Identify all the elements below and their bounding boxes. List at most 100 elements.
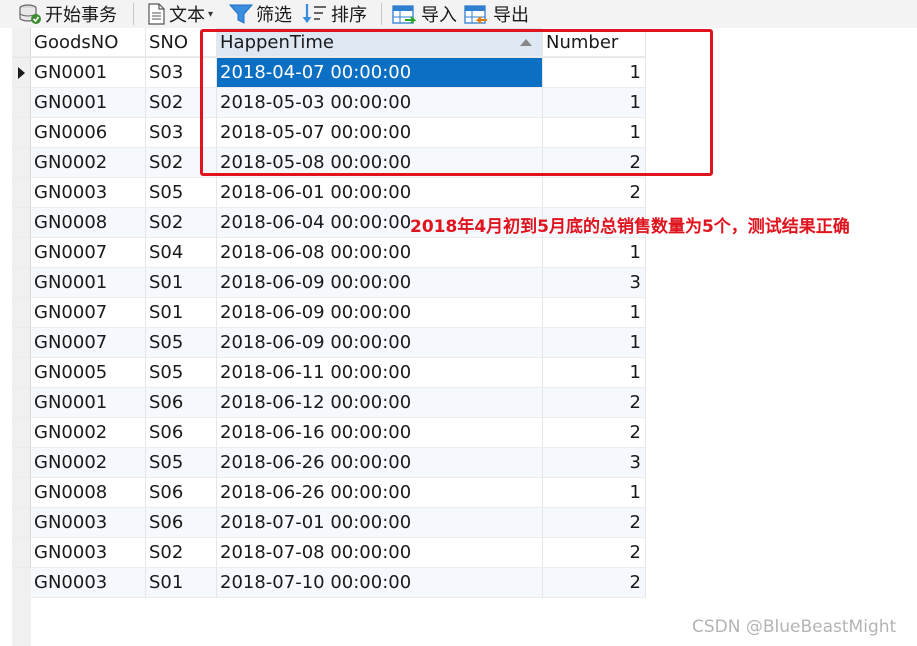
cell-happentime[interactable]: 2018-06-12 00:00:00 xyxy=(217,388,543,418)
cell-sno[interactable]: S01 xyxy=(146,298,217,328)
cell-sno[interactable]: S04 xyxy=(146,238,217,268)
cell-goodsno[interactable]: GN0003 xyxy=(31,538,146,568)
row-indicator[interactable] xyxy=(12,538,31,568)
cell-number[interactable]: 2 xyxy=(543,508,646,538)
row-indicator[interactable] xyxy=(12,58,31,88)
cell-goodsno[interactable]: GN0003 xyxy=(31,508,146,538)
cell-happentime[interactable]: 2018-06-08 00:00:00 xyxy=(217,238,543,268)
cell-number[interactable]: 1 xyxy=(543,238,646,268)
table-row[interactable]: GN0007 S04 2018-06-08 00:00:00 1 xyxy=(12,238,646,268)
sort-button[interactable]: 排序 xyxy=(302,0,367,28)
table-row[interactable]: GN0007 S01 2018-06-09 00:00:00 1 xyxy=(12,298,646,328)
row-indicator[interactable] xyxy=(12,448,31,478)
cell-number[interactable]: 2 xyxy=(543,418,646,448)
cell-number[interactable]: 2 xyxy=(543,178,646,208)
cell-goodsno[interactable]: GN0001 xyxy=(31,88,146,118)
cell-number[interactable]: 3 xyxy=(543,268,646,298)
table-row[interactable]: GN0003 S01 2018-07-10 00:00:00 2 xyxy=(12,568,646,598)
table-row[interactable]: GN0005 S05 2018-06-11 00:00:00 1 xyxy=(12,358,646,388)
cell-happentime[interactable]: 2018-06-01 00:00:00 xyxy=(217,178,543,208)
cell-sno[interactable]: S05 xyxy=(146,358,217,388)
cell-goodsno[interactable]: GN0002 xyxy=(31,148,146,178)
cell-number[interactable]: 3 xyxy=(543,448,646,478)
cell-happentime[interactable]: 2018-06-11 00:00:00 xyxy=(217,358,543,388)
row-indicator[interactable] xyxy=(12,178,31,208)
begin-transaction-label: 开始事务 xyxy=(45,5,117,26)
row-indicator[interactable] xyxy=(12,298,31,328)
cell-number[interactable]: 2 xyxy=(543,568,646,598)
row-indicator[interactable] xyxy=(12,238,31,268)
cell-sno[interactable]: S06 xyxy=(146,478,217,508)
row-indicator[interactable] xyxy=(12,118,31,148)
cell-goodsno[interactable]: GN0007 xyxy=(31,238,146,268)
cell-sno[interactable]: S01 xyxy=(146,268,217,298)
row-indicator[interactable] xyxy=(12,478,31,508)
table-row[interactable]: GN0001 S06 2018-06-12 00:00:00 2 xyxy=(12,388,646,418)
cell-number[interactable]: 1 xyxy=(543,478,646,508)
table-row[interactable]: GN0003 S05 2018-06-01 00:00:00 2 xyxy=(12,178,646,208)
cell-goodsno[interactable]: GN0002 xyxy=(31,418,146,448)
cell-goodsno[interactable]: GN0008 xyxy=(31,208,146,238)
cell-goodsno[interactable]: GN0001 xyxy=(31,388,146,418)
cell-number[interactable]: 1 xyxy=(543,298,646,328)
cell-happentime[interactable]: 2018-07-08 00:00:00 xyxy=(217,538,543,568)
database-transaction-icon xyxy=(19,4,41,24)
filter-button[interactable]: 筛选 xyxy=(229,0,292,28)
cell-happentime[interactable]: 2018-07-10 00:00:00 xyxy=(217,568,543,598)
row-indicator[interactable] xyxy=(12,388,31,418)
begin-transaction-button[interactable]: 开始事务 xyxy=(18,0,117,28)
text-view-button[interactable]: 文本 ▾ xyxy=(146,0,213,28)
cell-goodsno[interactable]: GN0003 xyxy=(31,178,146,208)
column-header-goodsno[interactable]: GoodsNO xyxy=(31,28,146,57)
table-row[interactable]: GN0002 S05 2018-06-26 00:00:00 3 xyxy=(12,448,646,478)
watermark: CSDN @BlueBeastMight xyxy=(692,617,897,637)
cell-happentime[interactable]: 2018-06-26 00:00:00 xyxy=(217,478,543,508)
row-indicator[interactable] xyxy=(12,508,31,538)
cell-number[interactable]: 2 xyxy=(543,538,646,568)
cell-sno[interactable]: S05 xyxy=(146,328,217,358)
cell-happentime[interactable]: 2018-06-09 00:00:00 xyxy=(217,268,543,298)
cell-goodsno[interactable]: GN0001 xyxy=(31,58,146,88)
row-indicator[interactable] xyxy=(12,88,31,118)
cell-sno[interactable]: S06 xyxy=(146,508,217,538)
cell-goodsno[interactable]: GN0008 xyxy=(31,478,146,508)
chevron-down-icon[interactable]: ▾ xyxy=(208,9,213,20)
cell-number[interactable]: 1 xyxy=(543,358,646,388)
cell-sno[interactable]: S02 xyxy=(146,538,217,568)
cell-happentime[interactable]: 2018-06-16 00:00:00 xyxy=(217,418,543,448)
cell-goodsno[interactable]: GN0003 xyxy=(31,568,146,598)
cell-goodsno[interactable]: GN0007 xyxy=(31,298,146,328)
cell-happentime[interactable]: 2018-06-09 00:00:00 xyxy=(217,298,543,328)
cell-sno[interactable]: S02 xyxy=(146,208,217,238)
cell-number[interactable]: 2 xyxy=(543,388,646,418)
row-indicator[interactable] xyxy=(12,328,31,358)
cell-sno[interactable]: S05 xyxy=(146,448,217,478)
row-indicator[interactable] xyxy=(12,268,31,298)
export-button[interactable]: 导出 xyxy=(464,0,529,28)
cell-number[interactable]: 1 xyxy=(543,328,646,358)
cell-goodsno[interactable]: GN0002 xyxy=(31,448,146,478)
row-indicator[interactable] xyxy=(12,148,31,178)
table-row[interactable]: GN0003 S02 2018-07-08 00:00:00 2 xyxy=(12,538,646,568)
row-indicator[interactable] xyxy=(12,208,31,238)
cell-goodsno[interactable]: GN0005 xyxy=(31,358,146,388)
table-row[interactable]: GN0008 S06 2018-06-26 00:00:00 1 xyxy=(12,478,646,508)
cell-goodsno[interactable]: GN0007 xyxy=(31,328,146,358)
cell-sno[interactable]: S06 xyxy=(146,418,217,448)
cell-happentime[interactable]: 2018-06-26 00:00:00 xyxy=(217,448,543,478)
cell-sno[interactable]: S05 xyxy=(146,178,217,208)
table-row[interactable]: GN0007 S05 2018-06-09 00:00:00 1 xyxy=(12,328,646,358)
table-row[interactable]: GN0002 S06 2018-06-16 00:00:00 2 xyxy=(12,418,646,448)
cell-goodsno[interactable]: GN0001 xyxy=(31,268,146,298)
cell-goodsno[interactable]: GN0006 xyxy=(31,118,146,148)
table-row[interactable]: GN0003 S06 2018-07-01 00:00:00 2 xyxy=(12,508,646,538)
text-document-icon xyxy=(148,3,165,25)
table-row[interactable]: GN0001 S01 2018-06-09 00:00:00 3 xyxy=(12,268,646,298)
cell-sno[interactable]: S01 xyxy=(146,568,217,598)
row-indicator[interactable] xyxy=(12,418,31,448)
import-button[interactable]: 导入 xyxy=(392,0,457,28)
cell-sno[interactable]: S06 xyxy=(146,388,217,418)
cell-happentime[interactable]: 2018-07-01 00:00:00 xyxy=(217,508,543,538)
cell-happentime[interactable]: 2018-06-09 00:00:00 xyxy=(217,328,543,358)
row-indicator[interactable] xyxy=(12,358,31,388)
